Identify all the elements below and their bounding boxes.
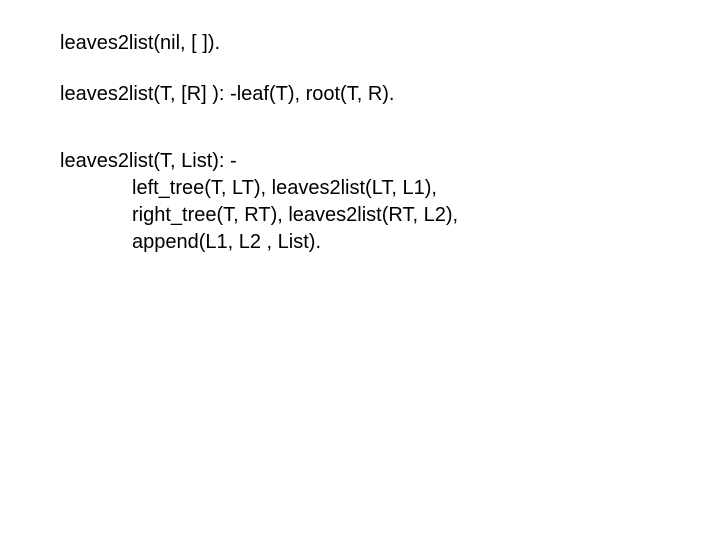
clause-1: leaves2list(nil, [ ]). <box>60 30 720 57</box>
code-line: append(L1, L2 , List). <box>60 229 720 256</box>
clause-2: leaves2list(T, [R] ): -leaf(T), root(T, … <box>60 81 720 108</box>
document-page: leaves2list(nil, [ ]). leaves2list(T, [R… <box>0 0 720 540</box>
code-line: left_tree(T, LT), leaves2list(LT, L1), <box>60 175 720 202</box>
code-line: leaves2list(T, [R] ): -leaf(T), root(T, … <box>60 83 395 105</box>
clause-3: leaves2list(T, List): - left_tree(T, LT)… <box>60 148 720 256</box>
code-line: leaves2list(T, List): - <box>60 148 720 175</box>
code-line: leaves2list(nil, [ ]). <box>60 32 220 54</box>
code-line: right_tree(T, RT), leaves2list(RT, L2), <box>60 202 720 229</box>
